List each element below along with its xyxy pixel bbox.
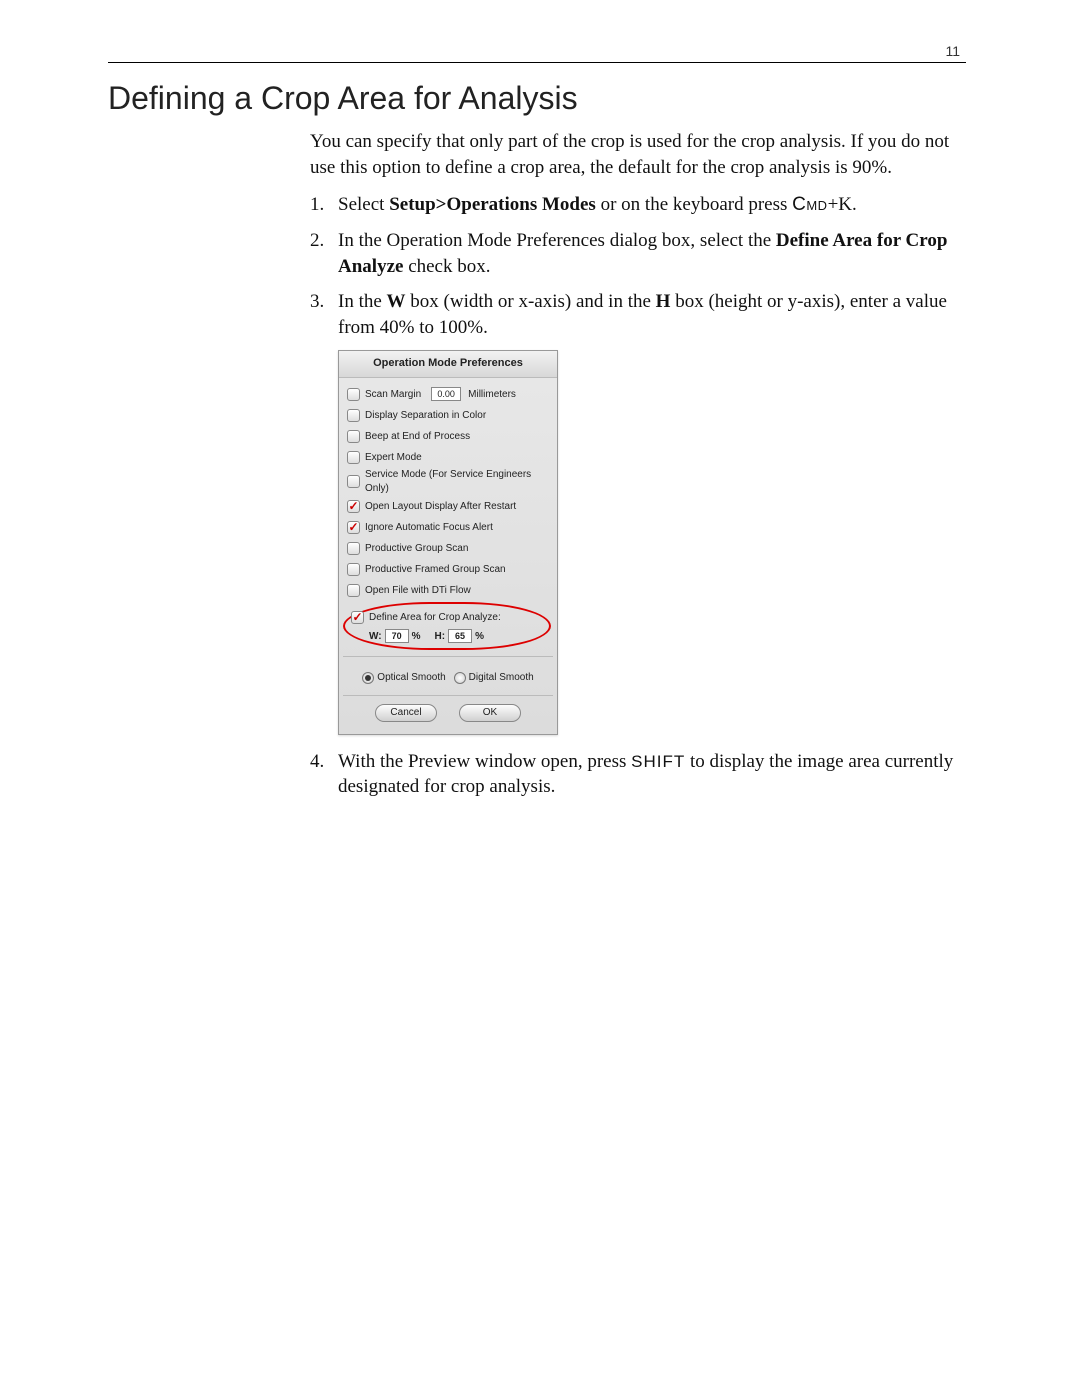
ignore-focus-label: Ignore Automatic Focus Alert [365, 521, 493, 535]
step-text: With the Preview window open, press SHIF… [338, 749, 970, 800]
expert-mode-checkbox[interactable] [347, 451, 360, 464]
productive-framed-checkbox[interactable] [347, 563, 360, 576]
highlight-ellipse: Define Area for Crop Analyze: W: 70 % H:… [343, 602, 551, 650]
text: check box. [403, 256, 490, 277]
h-input[interactable]: 65 [448, 629, 472, 643]
text: With the Preview window open, press [338, 751, 631, 772]
button-row: Cancel OK [347, 702, 549, 726]
service-mode-label: Service Mode (For Service Engineers Only… [365, 468, 549, 495]
scan-margin-checkbox[interactable] [347, 388, 360, 401]
top-rule [108, 62, 966, 63]
display-separation-checkbox[interactable] [347, 409, 360, 422]
define-area-row: Define Area for Crop Analyze: [351, 607, 543, 627]
open-layout-label: Open Layout Display After Restart [365, 500, 516, 514]
productive-framed-label: Productive Framed Group Scan [365, 563, 506, 577]
optical-smooth-label: Optical Smooth [377, 671, 445, 685]
scan-margin-unit: Millimeters [468, 388, 516, 402]
dialog-body: Scan Margin 0.00 Millimeters Display Sep… [339, 378, 557, 734]
text: box (width or x-axis) and in the [406, 291, 656, 312]
text: In the [338, 291, 387, 312]
h-percent: % [475, 630, 484, 644]
define-area-label: Define Area for Crop Analyze: [369, 611, 501, 625]
step-2: 2. In the Operation Mode Preferences dia… [310, 228, 970, 279]
body-text: You can specify that only part of the cr… [310, 129, 970, 800]
productive-group-checkbox[interactable] [347, 542, 360, 555]
define-area-checkbox[interactable] [351, 611, 364, 624]
expert-mode-row: Expert Mode [347, 447, 549, 467]
step-text: In the W box (width or x-axis) and in th… [338, 289, 970, 340]
open-layout-checkbox[interactable] [347, 500, 360, 513]
dialog-screenshot: Operation Mode Preferences Scan Margin 0… [338, 350, 970, 734]
open-dti-label: Open File with DTi Flow [365, 584, 471, 598]
cancel-button[interactable]: Cancel [375, 704, 437, 722]
open-dti-checkbox[interactable] [347, 584, 360, 597]
field-w: W [387, 291, 406, 312]
service-mode-row: Service Mode (For Service Engineers Only… [347, 468, 549, 495]
service-mode-checkbox[interactable] [347, 475, 360, 488]
separator [343, 695, 553, 696]
intro-paragraph: You can specify that only part of the cr… [310, 129, 970, 180]
separator [343, 656, 553, 657]
key-cmd: Cmd [792, 194, 827, 215]
step-number: 1. [310, 192, 338, 218]
page-number: 11 [945, 43, 960, 59]
field-h: H [656, 291, 671, 312]
display-separation-row: Display Separation in Color [347, 405, 549, 425]
menu-path: Setup>Operations Modes [389, 194, 596, 215]
operation-mode-preferences-dialog: Operation Mode Preferences Scan Margin 0… [338, 350, 558, 734]
beep-checkbox[interactable] [347, 430, 360, 443]
text: Select [338, 194, 389, 215]
scan-margin-row: Scan Margin 0.00 Millimeters [347, 384, 549, 404]
h-label: H: [435, 630, 446, 644]
step-number: 3. [310, 289, 338, 340]
ok-button[interactable]: OK [459, 704, 521, 722]
step-1: 1. Select Setup>Operations Modes or on t… [310, 192, 970, 218]
w-input[interactable]: 70 [385, 629, 409, 643]
text: or on the keyboard press [596, 194, 792, 215]
expert-mode-label: Expert Mode [365, 451, 422, 465]
wh-row: W: 70 % H: 65 % [351, 629, 543, 643]
text: In the Operation Mode Preferences dialog… [338, 230, 776, 251]
step-3: 3. In the W box (width or x-axis) and in… [310, 289, 970, 340]
scan-margin-label: Scan Margin [365, 388, 421, 402]
optical-smooth-radio[interactable] [362, 672, 374, 684]
w-percent: % [412, 630, 421, 644]
dialog-title: Operation Mode Preferences [339, 351, 557, 378]
step-text: In the Operation Mode Preferences dialog… [338, 228, 970, 279]
section-heading: Defining a Crop Area for Analysis [108, 80, 970, 117]
step-4: 4. With the Preview window open, press S… [310, 749, 970, 800]
digital-smooth-radio[interactable] [454, 672, 466, 684]
step-number: 4. [310, 749, 338, 800]
beep-label: Beep at End of Process [365, 430, 470, 444]
open-dti-row: Open File with DTi Flow [347, 580, 549, 600]
ignore-focus-row: Ignore Automatic Focus Alert [347, 517, 549, 537]
digital-smooth-label: Digital Smooth [469, 671, 534, 685]
step-number: 2. [310, 228, 338, 279]
w-label: W: [369, 630, 382, 644]
key-shift: SHIFT [631, 752, 685, 771]
productive-framed-row: Productive Framed Group Scan [347, 559, 549, 579]
scan-margin-input[interactable]: 0.00 [431, 387, 461, 401]
text: +K. [828, 194, 857, 215]
beep-row: Beep at End of Process [347, 426, 549, 446]
productive-group-label: Productive Group Scan [365, 542, 468, 556]
page-content: Defining a Crop Area for Analysis You ca… [108, 80, 970, 810]
open-layout-row: Open Layout Display After Restart [347, 496, 549, 516]
ignore-focus-checkbox[interactable] [347, 521, 360, 534]
smooth-radio-row: Optical Smooth Digital Smooth [347, 671, 549, 685]
display-separation-label: Display Separation in Color [365, 409, 486, 423]
step-text: Select Setup>Operations Modes or on the … [338, 192, 970, 218]
productive-group-row: Productive Group Scan [347, 538, 549, 558]
